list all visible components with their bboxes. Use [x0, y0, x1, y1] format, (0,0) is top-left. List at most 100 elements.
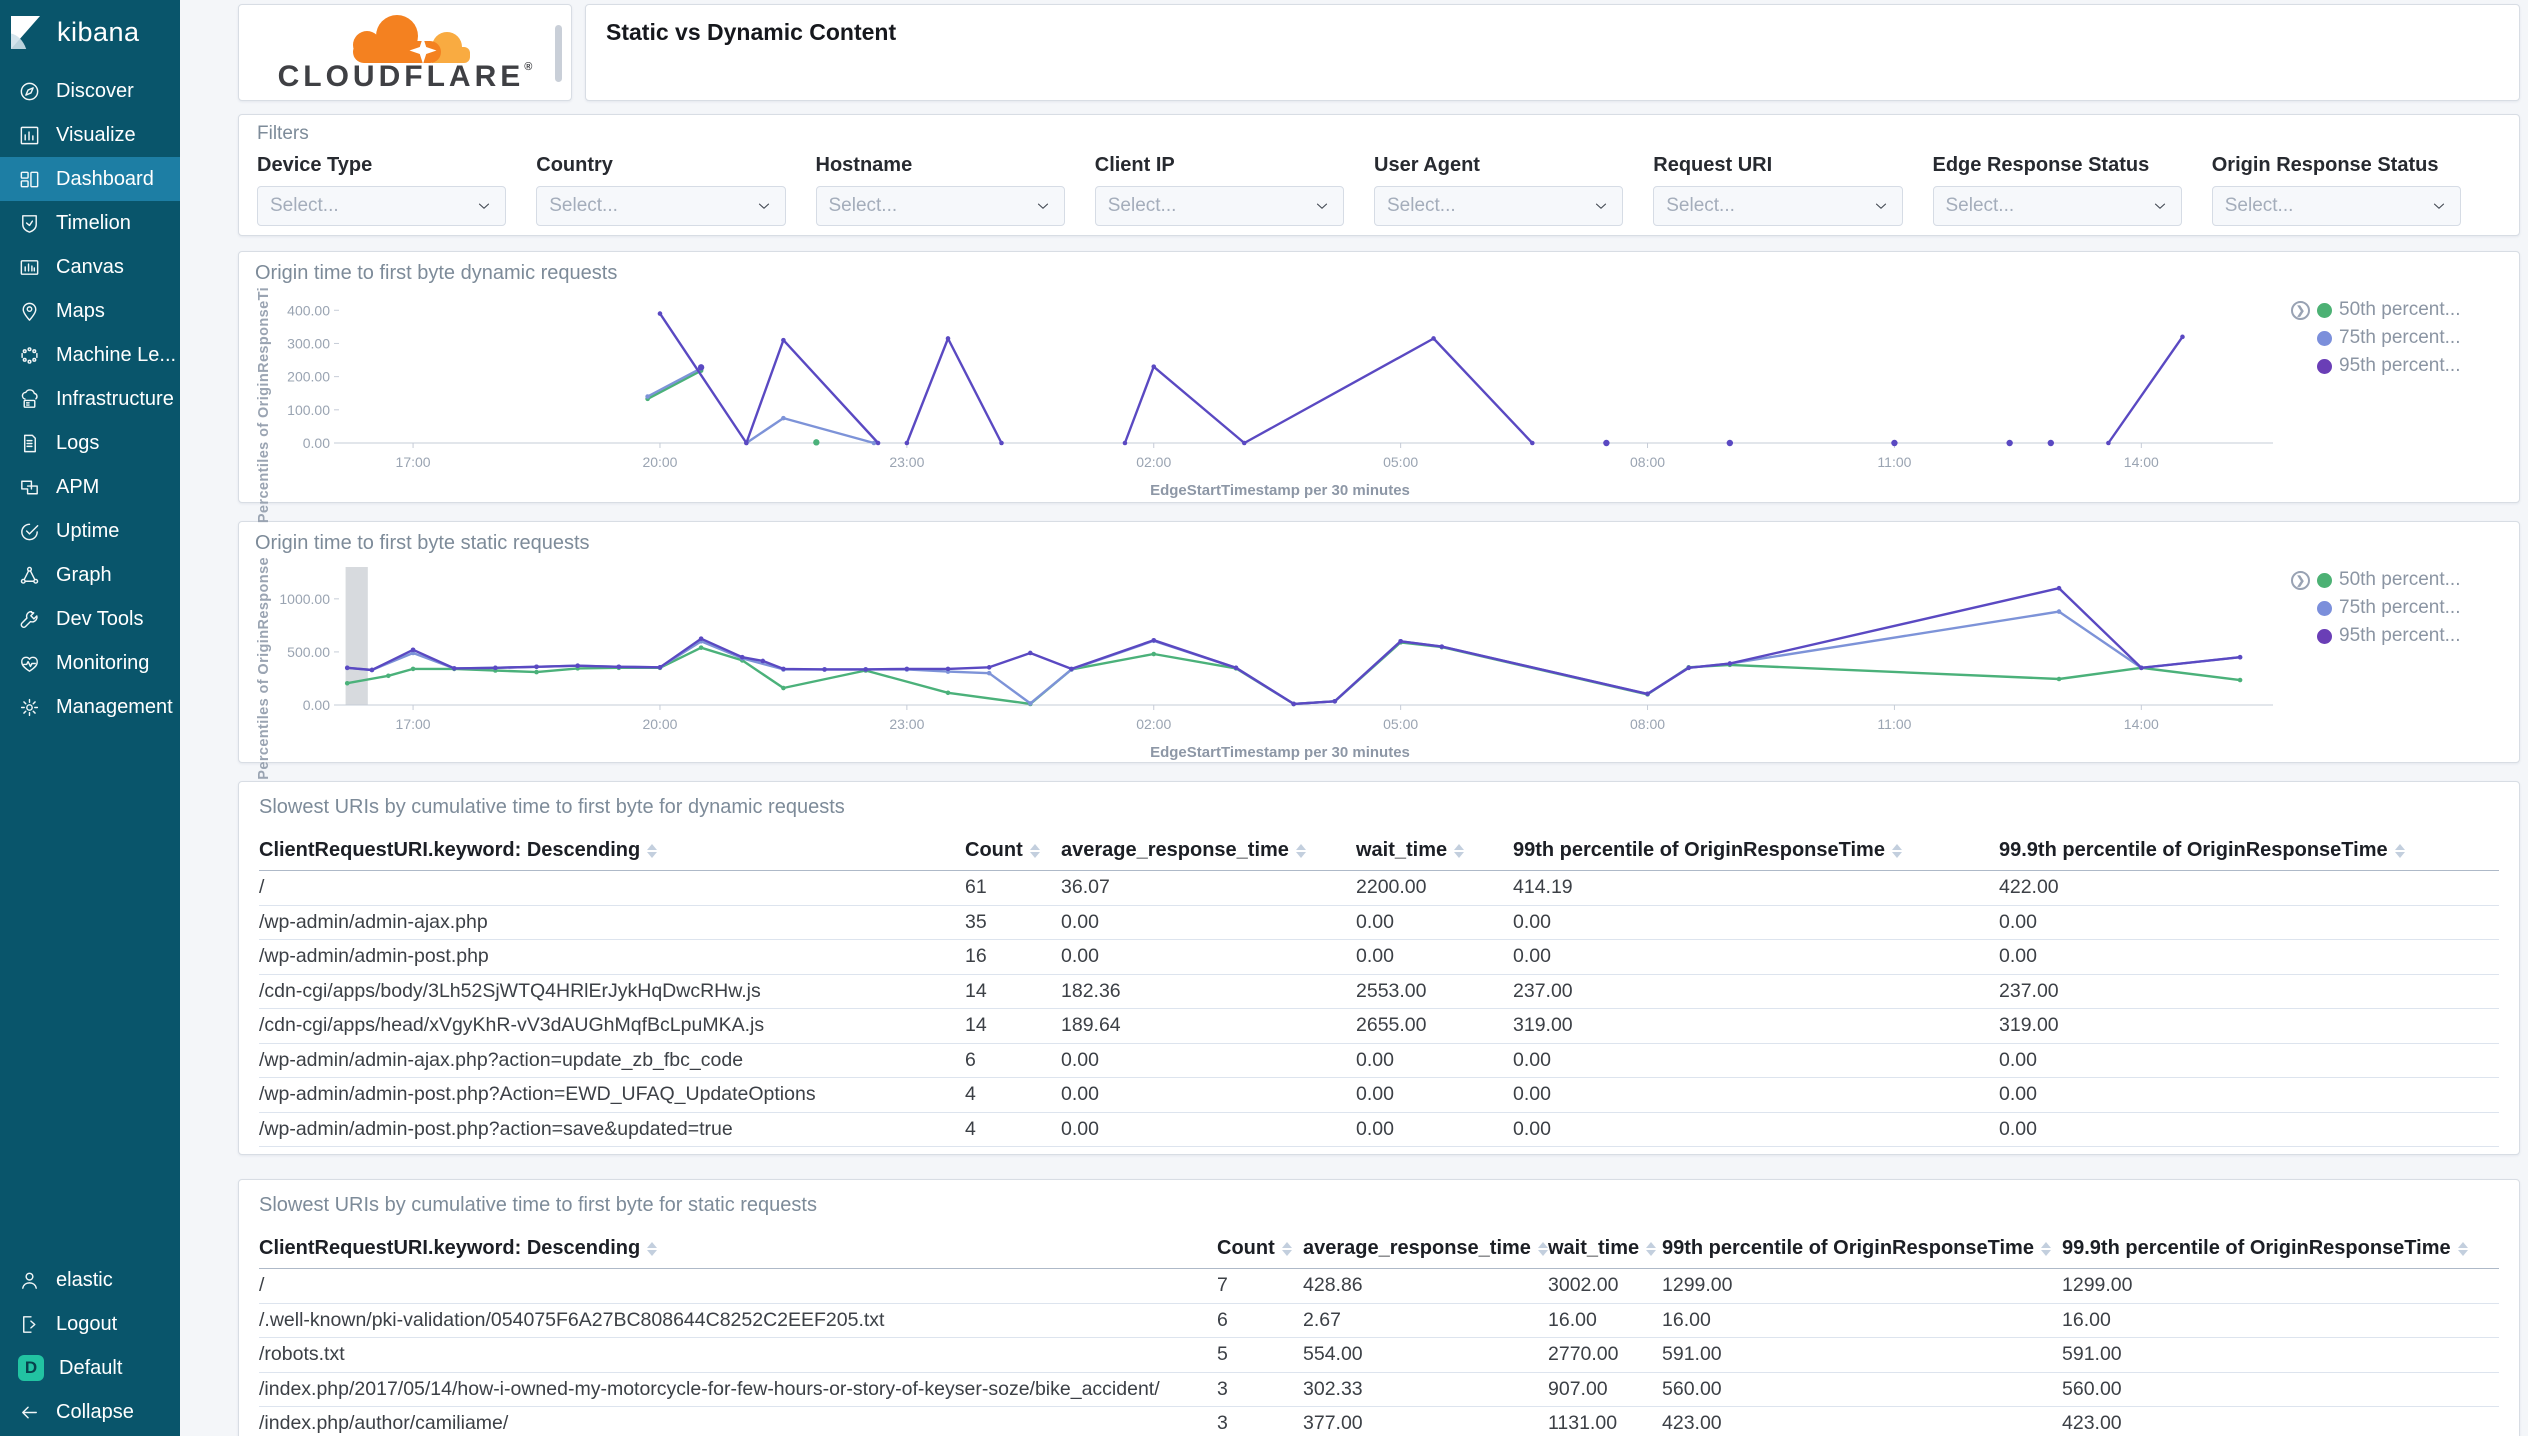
sidebar-item-discover[interactable]: Discover — [0, 69, 180, 113]
sidebar-item-apm[interactable]: APM — [0, 465, 180, 509]
legend-item-50th-percent[interactable]: ❯ 50th percent... — [2291, 299, 2505, 321]
table-cell: 0.00 — [1513, 1048, 1551, 1071]
legend-item-95th-percent[interactable]: 95th percent... — [2291, 625, 2505, 647]
sidebar-item-timelion[interactable]: Timelion — [0, 201, 180, 245]
filter-select-hostname[interactable]: Select... — [815, 186, 1065, 226]
filter-user-agent: User Agent Select... — [1374, 154, 1624, 226]
table-cell: 2553.00 — [1356, 979, 1427, 1002]
sidebar-item-maps[interactable]: Maps — [0, 289, 180, 333]
sidebar-item-visualize[interactable]: Visualize — [0, 113, 180, 157]
sidebar-footer-elastic[interactable]: elastic — [0, 1258, 180, 1302]
table-cell: 0.00 — [1513, 945, 1551, 968]
column-header-wait-time[interactable]: wait_time — [1548, 1237, 1662, 1260]
sidebar-item-canvas[interactable]: Canvas — [0, 245, 180, 289]
kibana-logo[interactable]: kibana — [0, 0, 180, 69]
filter-select-edge-response-status[interactable]: Select... — [1932, 186, 2182, 226]
legend-dot — [2317, 628, 2332, 644]
sidebar-footer-default[interactable]: D Default — [0, 1346, 180, 1390]
filter-label: Request URI — [1653, 154, 1773, 176]
sidebar-item-graph[interactable]: Graph — [0, 553, 180, 597]
column-header-clientrequesturi-keyword-descending[interactable]: ClientRequestURI.keyword: Descending — [259, 1237, 1217, 1260]
filter-edge-response-status: Edge Response Status Select... — [1932, 154, 2182, 226]
infrastructure-icon — [21, 388, 38, 408]
sidebar-item-dashboard[interactable]: Dashboard — [0, 157, 180, 201]
dashboard-icon — [20, 171, 39, 187]
filter-select-client-ip[interactable]: Select... — [1094, 186, 1344, 226]
sidebar-footer-collapse[interactable]: Collapse — [0, 1390, 180, 1434]
cloudflare-logo-panel: CLOUDFLARE® — [238, 4, 572, 101]
table-cell: /.well-known/pki-validation/054075F6A27B… — [259, 1308, 885, 1331]
table-cell: 0.00 — [1061, 910, 1099, 933]
sidebar-footer-logout[interactable]: Logout — [0, 1302, 180, 1346]
table-row: /wp-admin/admin-post.php?Action=EWD_UFAQ… — [259, 1078, 2499, 1113]
legend-dot — [2317, 572, 2332, 588]
chevron-down-icon — [1316, 203, 1328, 209]
column-header-99th-percentile-of-originresponsetime[interactable]: 99th percentile of OriginResponseTime — [1662, 1237, 2062, 1260]
sidebar-item-monitoring[interactable]: Monitoring — [0, 641, 180, 685]
select-placeholder: Select... — [270, 195, 339, 216]
column-header-wait-time[interactable]: wait_time — [1356, 839, 1513, 862]
column-header-label: average_response_time — [1061, 839, 1289, 861]
sidebar-item-label: Dev Tools — [56, 607, 144, 630]
svg-text:100.00: 100.00 — [287, 402, 330, 418]
column-header-clientrequesturi-keyword-descending[interactable]: ClientRequestURI.keyword: Descending — [259, 839, 965, 862]
canvas-icon — [20, 259, 39, 275]
table-cell: /cdn-cgi/apps/head/xVgyKhR-vV3dAUGhMqfBc… — [259, 1014, 765, 1037]
legend-item-50th-percent[interactable]: ❯ 50th percent... — [2291, 569, 2505, 591]
column-header-average-response-time[interactable]: average_response_time — [1303, 1237, 1548, 1260]
filter-select-country[interactable]: Select... — [536, 186, 786, 226]
filter-select-user-agent[interactable]: Select... — [1374, 186, 1624, 226]
dev-tools-icon — [20, 610, 38, 628]
sidebar-item-logs[interactable]: Logs — [0, 421, 180, 465]
sidebar-item-uptime[interactable]: Uptime — [0, 509, 180, 553]
y-axis-title: Percentiles of OriginResponseTi — [256, 287, 272, 524]
graph-icon — [20, 566, 39, 584]
column-header-average-response-time[interactable]: average_response_time — [1061, 839, 1356, 862]
cloudflare-wordmark: CLOUDFLARE® — [277, 59, 533, 93]
table-row: /wp-admin/admin-ajax.php 35 0.00 0.00 0.00 0.… — [259, 906, 2499, 940]
column-header-count[interactable]: Count — [1217, 1237, 1303, 1260]
table-row: / 7 428.86 3002.00 1299.00 1299.00 — [259, 1269, 2499, 1304]
legend-item-75th-percent[interactable]: 75th percent... — [2291, 327, 2505, 349]
table-cell: 16 — [965, 945, 987, 968]
table-cell: 2200.00 — [1356, 876, 1427, 899]
table-cell: 14 — [965, 979, 987, 1002]
panel-drag-handle[interactable] — [555, 25, 562, 82]
filter-select-origin-response-status[interactable]: Select... — [2211, 186, 2461, 226]
filter-label: User Agent — [1374, 154, 1480, 176]
table-cell: 0.00 — [1061, 1117, 1099, 1140]
table-cell: 4 — [965, 1152, 1061, 1154]
svg-text:500.00: 500.00 — [287, 644, 330, 660]
column-header-count[interactable]: Count — [965, 839, 1061, 862]
legend-expand-icon[interactable]: ❯ — [2291, 570, 2310, 590]
sidebar-item-label: Visualize — [56, 123, 136, 146]
table-panel-static: Slowest URIs by cumulative time to first… — [238, 1179, 2520, 1436]
legend-expand-icon[interactable]: ❯ — [2291, 300, 2310, 320]
sort-icon — [1029, 843, 1040, 858]
table-cell: /wp-admin/admin-post.php — [259, 945, 489, 968]
legend-item-75th-percent[interactable]: 75th percent... — [2291, 597, 2505, 619]
sidebar-item-infrastructure[interactable]: Infrastructure — [0, 377, 180, 421]
svg-text:08:00: 08:00 — [1630, 454, 1665, 470]
column-header-99-9th-percentile-of-originresponsetime[interactable]: 99.9th percentile of OriginResponseTime — [1999, 839, 2499, 862]
filter-select-request-uri[interactable]: Select... — [1653, 186, 1903, 226]
sidebar-item-management[interactable]: Management — [0, 685, 180, 729]
select-placeholder: Select... — [1387, 195, 1456, 216]
column-header-label: ClientRequestURI.keyword: Descending — [259, 1237, 641, 1259]
column-header-99th-percentile-of-originresponsetime[interactable]: 99th percentile of OriginResponseTime — [1513, 839, 1999, 862]
sidebar-item-dev-tools[interactable]: Dev Tools — [0, 597, 180, 641]
maps-icon — [22, 302, 37, 321]
legend-item-95th-percent[interactable]: 95th percent... — [2291, 355, 2505, 377]
sidebar-item-machine-le[interactable]: Machine Le... — [0, 333, 180, 377]
filter-label: Country — [536, 154, 613, 176]
column-header-99-9th-percentile-of-originresponsetime[interactable]: 99.9th percentile of OriginResponseTime — [2062, 1237, 2499, 1260]
svg-text:20:00: 20:00 — [642, 454, 677, 470]
table-row: /wp-admin/admin-post.php?action=...40.00… — [259, 1147, 2499, 1154]
filter-select-device-type[interactable]: Select... — [257, 186, 507, 226]
filters-panel: Filters Device Type Select... Country Selec… — [238, 114, 2520, 236]
filter-hostname: Hostname Select... — [815, 154, 1065, 226]
sidebar-item-label: elastic — [56, 1268, 113, 1291]
select-placeholder: Select... — [2224, 195, 2294, 216]
select-placeholder: Select... — [1107, 195, 1177, 216]
legend-dot — [2317, 330, 2332, 346]
